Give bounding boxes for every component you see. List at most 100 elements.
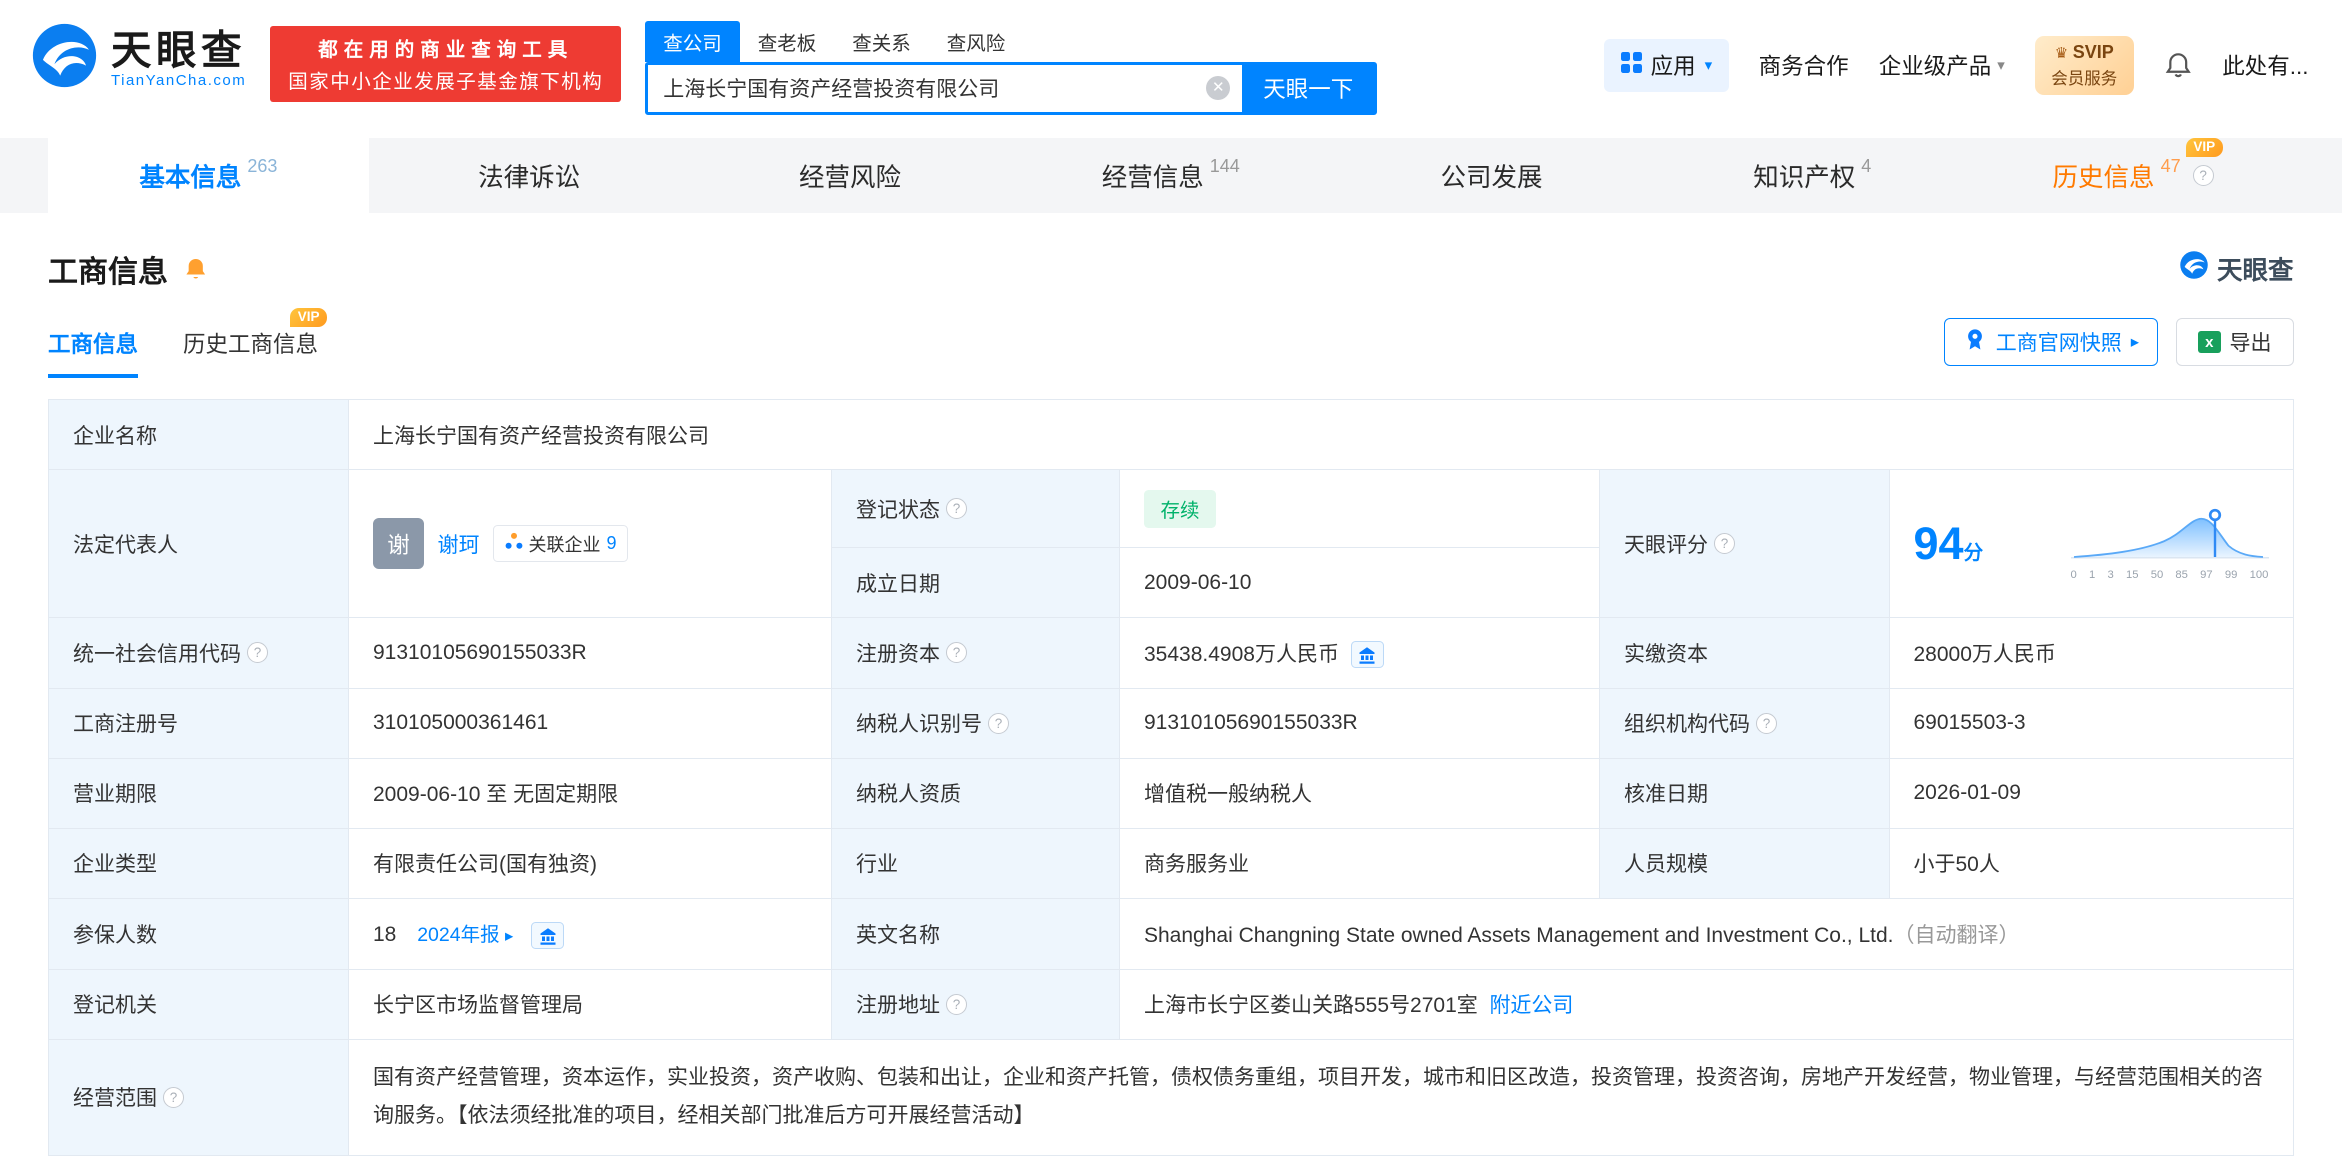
legal-rep-avatar[interactable]: 谢: [373, 518, 424, 569]
badge-seal-icon: [1963, 327, 1987, 357]
watermark-logo-icon: [2179, 250, 2209, 287]
chevron-down-icon: ▾: [1997, 57, 2005, 75]
tab-intellectual-property[interactable]: 知识产权 4: [1652, 138, 1973, 213]
help-icon[interactable]: ?: [2192, 165, 2214, 186]
field-value-insured: 18 2024年报 ▸: [347, 897, 833, 970]
legal-rep-link[interactable]: 谢珂: [438, 529, 480, 559]
nearby-companies-link[interactable]: 附近公司: [1489, 994, 1573, 1017]
tianyancha-watermark: 天眼查: [2179, 250, 2294, 287]
field-label-credit-code: 统一社会信用代码?: [47, 616, 350, 689]
search-tabs: 查公司 查老板 查关系 查风险: [645, 21, 1377, 62]
tab-count: 4: [1861, 156, 1872, 176]
menu-enterprise-products[interactable]: 企业级产品 ▾: [1879, 49, 2005, 81]
section-header: 工商信息 天眼查: [48, 243, 2294, 294]
field-value-reg-status: 存续: [1118, 468, 1601, 549]
field-label-taxpayer-id: 纳税人识别号?: [830, 687, 1121, 759]
promo-line1: 都在用的商业查询工具: [318, 39, 574, 61]
subscribe-bell-icon[interactable]: [183, 256, 209, 282]
vip-badge: VIP: [290, 307, 328, 327]
menu-cooperation[interactable]: 商务合作: [1759, 49, 1849, 81]
search-input[interactable]: [648, 65, 1243, 112]
related-count: 9: [606, 533, 617, 553]
svip-label: SVIP: [2072, 42, 2114, 62]
search-box: ✕ 天眼一下: [645, 62, 1378, 115]
search-button[interactable]: 天眼一下: [1242, 65, 1375, 112]
promo-line2: 国家中小企业发展子基金旗下机构: [288, 71, 604, 93]
help-icon[interactable]: ?: [247, 642, 268, 664]
subtab-business-info[interactable]: 工商信息: [48, 327, 139, 378]
tab-label: 公司发展: [1440, 164, 1543, 192]
tab-count: 144: [1209, 156, 1240, 176]
field-label-taxpayer-quality: 纳税人资质: [830, 757, 1121, 829]
header: 天眼查 TianYanCha.com 都在用的商业查询工具 国家中小企业发展子基…: [0, 0, 2342, 138]
export-label: 导出: [2229, 332, 2272, 355]
status-badge: 存续: [1144, 489, 1217, 528]
help-icon[interactable]: ?: [1756, 712, 1777, 734]
field-label-establish-date: 成立日期: [830, 547, 1121, 618]
tab-legal-litigation[interactable]: 法律诉讼: [369, 138, 690, 213]
annual-report-link[interactable]: 2024年报 ▸: [417, 924, 513, 946]
svip-sublabel: 会员服务: [2051, 69, 2118, 88]
field-value-org-code: 69015503-3: [1888, 687, 2294, 759]
chevron-down-icon: ▾: [1704, 57, 1713, 75]
field-value-credit-code: 91310105690155033R: [347, 616, 833, 689]
apps-label: 应用: [1650, 54, 1696, 80]
auto-translate-note: （自动翻译）: [1893, 923, 2020, 947]
field-value-address: 上海市长宁区娄山关路555号2701室 附近公司: [1118, 968, 2294, 1040]
help-icon[interactable]: ?: [946, 642, 967, 664]
subtab-history-business-info[interactable]: VIP 历史工商信息: [183, 307, 328, 378]
search-tab-relation[interactable]: 查关系: [834, 21, 929, 62]
svip-member-button[interactable]: ♛ SVIP 会员服务: [2034, 36, 2134, 95]
crown-icon: ♛: [2054, 44, 2069, 62]
help-icon[interactable]: ?: [946, 498, 967, 519]
subtab-row: 工商信息 VIP 历史工商信息 工商官网快照 ▸ x 导出: [48, 307, 2294, 378]
help-icon[interactable]: ?: [988, 712, 1009, 734]
search-tab-company[interactable]: 查公司: [645, 21, 740, 62]
search-tab-risk[interactable]: 查风险: [929, 21, 1024, 62]
business-info-table: 企业名称 上海长宁国有资产经营投资有限公司 法定代表人 谢 谢珂 关联企业 9 …: [47, 399, 2294, 1156]
apps-menu[interactable]: 应用 ▾: [1604, 38, 1729, 92]
page: 天眼查 TianYanCha.com 都在用的商业查询工具 国家中小企业发展子基…: [0, 0, 2342, 1171]
tab-history-info[interactable]: VIP 历史信息 47 ?: [1973, 137, 2294, 213]
tab-label: 经营风险: [798, 164, 901, 192]
tab-label: 基本信息: [139, 164, 242, 192]
table-row: 工商注册号 310105000361461 纳税人识别号? 9131010569…: [47, 687, 2294, 759]
related-companies-badge[interactable]: 关联企业 9: [493, 525, 629, 562]
help-icon[interactable]: ?: [946, 993, 967, 1015]
help-icon[interactable]: ?: [163, 1086, 184, 1108]
tab-operation-risk[interactable]: 经营风险: [690, 138, 1011, 213]
field-value-reg-capital: 35438.4908万人民币: [1118, 616, 1601, 689]
notification-bell-icon[interactable]: [2164, 51, 2193, 80]
field-value-legal-rep: 谢 谢珂 关联企业 9: [347, 469, 833, 618]
user-menu[interactable]: 此处有...: [2222, 49, 2308, 81]
tab-operation-info[interactable]: 经营信息 144: [1010, 138, 1331, 213]
excel-icon: x: [2198, 330, 2221, 354]
export-button[interactable]: x 导出: [2176, 318, 2294, 366]
table-row: 经营范围? 国有资产经营管理，资本运作，实业投资，资产收购、包装和出让，企业和资…: [47, 1038, 2294, 1156]
search-tab-boss[interactable]: 查老板: [740, 21, 835, 62]
field-label-org-code: 组织机构代码?: [1598, 687, 1890, 759]
tab-label: 知识产权: [1753, 164, 1856, 192]
search-area: 查公司 查老板 查关系 查风险 ✕ 天眼一下: [645, 21, 1378, 115]
field-value-company-type: 有限责任公司(国有独资): [347, 827, 833, 899]
capital-detail-icon[interactable]: [1350, 641, 1384, 669]
logo-text: 天眼查 TianYanCha.com: [111, 29, 246, 89]
field-label-reg-authority: 登记机关: [47, 968, 350, 1040]
field-label-staff-size: 人员规模: [1598, 827, 1890, 899]
tab-label: 法律诉讼: [478, 164, 581, 192]
tab-basic-info[interactable]: 基本信息 263: [48, 138, 369, 213]
field-label-score: 天眼评分?: [1598, 469, 1890, 618]
subtab-label: 历史工商信息: [183, 332, 319, 357]
field-label-english-name: 英文名称: [830, 897, 1121, 970]
help-icon[interactable]: ?: [1714, 533, 1735, 554]
score-chart: 0 1 3 15 50 85 97 99 100: [2070, 506, 2269, 581]
clear-search-icon[interactable]: ✕: [1206, 75, 1231, 100]
tianyancha-logo[interactable]: 天眼查 TianYanCha.com: [30, 21, 246, 97]
official-snapshot-button[interactable]: 工商官网快照 ▸: [1943, 318, 2158, 366]
field-value-establish-date: 2009-06-10: [1118, 547, 1601, 618]
field-label-company-type: 企业类型: [47, 827, 350, 899]
insured-detail-icon[interactable]: [531, 922, 565, 950]
tab-company-development[interactable]: 公司发展: [1331, 138, 1652, 213]
tab-label: 经营信息: [1101, 164, 1204, 192]
field-value-company-name: 上海长宁国有资产经营投资有限公司: [347, 399, 2294, 470]
